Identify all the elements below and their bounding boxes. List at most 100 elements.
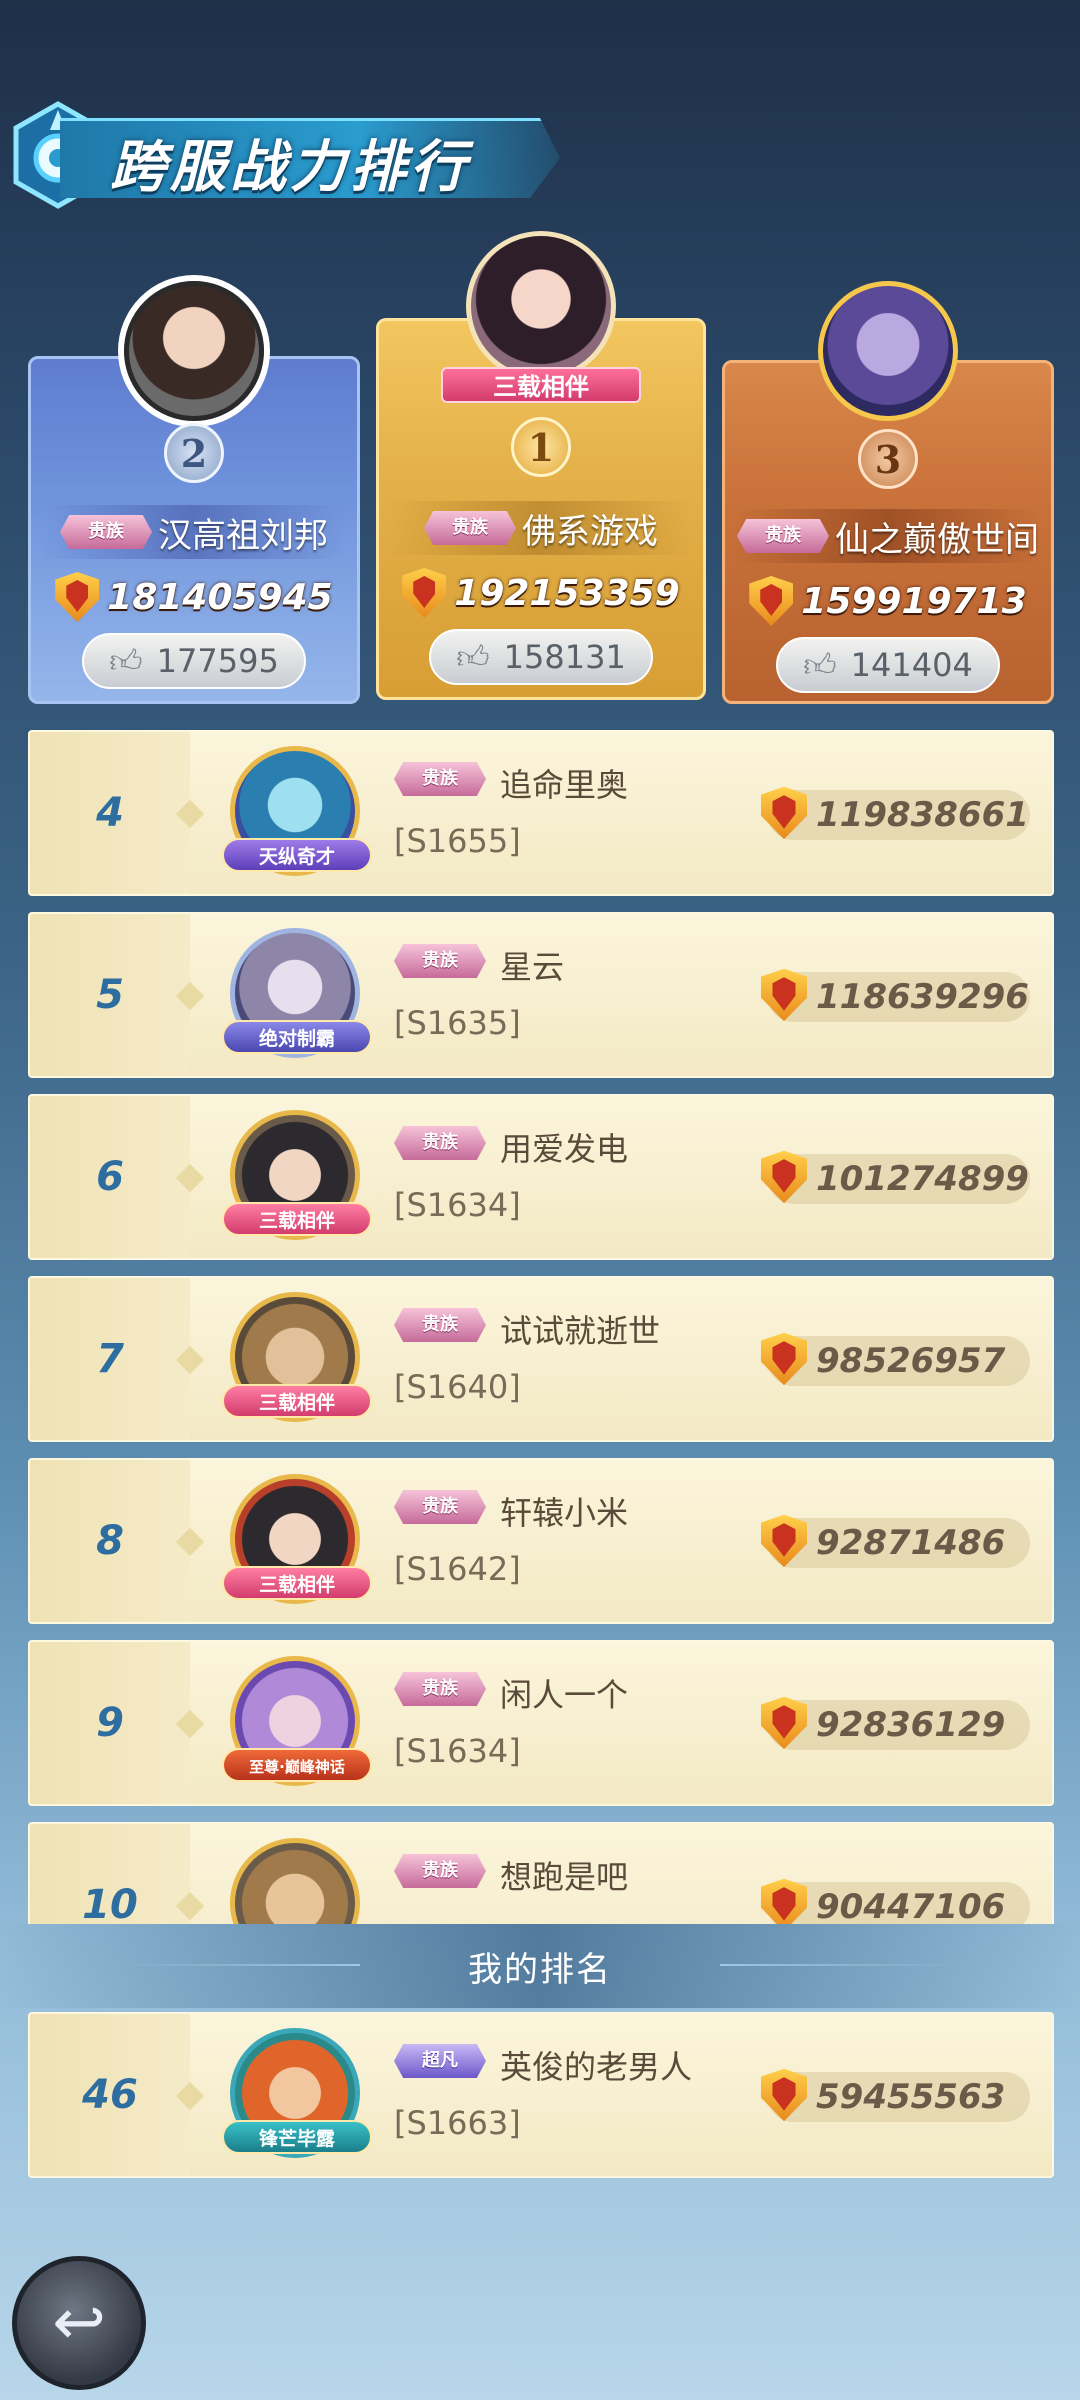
shield-icon	[760, 1150, 808, 1204]
rank-number: 10	[82, 1882, 138, 1924]
list-item[interactable]: 9 至尊·巅峰神话 贵族 闲人一个 [S1634] 92836129	[28, 1640, 1054, 1806]
divider	[720, 1964, 960, 1966]
power-row: 159919713	[725, 573, 1051, 629]
page-title: 跨服战力排行	[110, 135, 470, 200]
power-value: 59455563	[816, 2077, 1006, 2117]
list-item[interactable]: 4 天纵奇才 贵族 追命里奥 [S1655] 119838661	[28, 730, 1054, 896]
frame-tag: 三载相伴	[222, 1384, 372, 1418]
shield-icon	[55, 572, 100, 622]
divider	[120, 1964, 360, 1966]
power-row: 181405945	[31, 569, 357, 625]
shield-icon	[760, 1332, 808, 1386]
player-name: 仙之巅傲世间	[835, 519, 1039, 560]
rank-number: 46	[82, 2072, 138, 2118]
server-id: [S1634]	[394, 1186, 521, 1224]
player-name: 汉高祖刘邦	[158, 515, 328, 556]
frame-tag: 天纵奇才	[222, 838, 372, 872]
player-name: 英俊的老男人	[500, 2048, 693, 2086]
rank-medal-2: 2	[164, 423, 224, 483]
frame-tag: 至尊·巅峰神话	[222, 1748, 372, 1782]
power-pill: 92871486	[760, 1514, 1030, 1568]
rank-number: 8	[96, 1518, 124, 1564]
list-item[interactable]: 5 绝对制霸 贵族 星云 [S1635] 118639296	[28, 912, 1054, 1078]
shield-icon	[760, 1878, 808, 1924]
player-name: 用爱发电	[500, 1130, 629, 1168]
shield-icon	[402, 568, 447, 618]
power-pill: 90447106	[760, 1878, 1030, 1924]
thumbs-up-icon: 👍︎	[803, 645, 837, 684]
power-pill: 118639296	[760, 968, 1030, 1022]
shield-icon	[760, 786, 808, 840]
avatar[interactable]	[124, 281, 264, 421]
vip-badge-icon: 贵族	[394, 1854, 486, 1888]
power-value: 90447106	[816, 1887, 1006, 1924]
power-row: 192153359	[379, 565, 703, 621]
podium-card-2[interactable]: 2 贵族 汉高祖刘邦 181405945 👍︎ 177595	[28, 281, 360, 704]
rank-number: 7	[96, 1336, 124, 1382]
avatar[interactable]	[466, 231, 616, 381]
shield-icon	[760, 968, 808, 1022]
frame-tag: 三载相伴	[441, 367, 641, 403]
power-value: 119838661	[816, 795, 1029, 835]
list-item[interactable]: 7 三载相伴 贵族 试试就逝世 [S1640] 98526957	[28, 1276, 1054, 1442]
server-id: [S1634]	[394, 1732, 521, 1770]
podium-name-row: 贵族 佛系游戏	[389, 501, 693, 555]
server-id: [S1655]	[394, 822, 521, 860]
frame-tag: 绝对制霸	[222, 1020, 372, 1054]
likes-count: 177595	[156, 642, 279, 680]
power-value: 192153359	[454, 572, 680, 614]
power-pill: 92836129	[760, 1696, 1030, 1750]
server-id: [S1635]	[394, 1004, 521, 1042]
vip-badge-icon: 贵族	[424, 511, 516, 545]
thumbs-up-icon: 👍︎	[109, 641, 143, 680]
list-item[interactable]: 10 贵族 想跑是吧 90447106	[28, 1822, 1054, 1924]
player-name: 想跑是吧	[500, 1858, 629, 1896]
player-name: 佛系游戏	[522, 511, 658, 552]
like-button[interactable]: 👍︎ 141404	[776, 637, 1000, 693]
list-item[interactable]: 6 三载相伴 贵族 用爱发电 [S1634] 101274899	[28, 1094, 1054, 1260]
server-id: [S1640]	[394, 1368, 521, 1406]
likes-count: 158131	[503, 638, 626, 676]
server-id: [S1663]	[394, 2104, 521, 2142]
my-rank-header: 我的排名	[0, 1924, 1080, 2008]
power-value: 101274899	[816, 1159, 1029, 1199]
back-button[interactable]: ↩	[12, 2256, 146, 2390]
my-rank-row[interactable]: 46 锋芒毕露 超凡 英俊的老男人 [S1663] 59455563	[28, 2012, 1054, 2178]
podium-name-row: 贵族 仙之巅傲世间	[735, 509, 1041, 563]
podium-card-3[interactable]: 3 贵族 仙之巅傲世间 159919713 👍︎ 141404	[722, 281, 1054, 704]
power-value: 118639296	[816, 977, 1029, 1017]
vip-badge-icon: 贵族	[394, 1490, 486, 1524]
shield-icon	[760, 2068, 808, 2122]
thumbs-up-icon: 👍︎	[456, 637, 490, 676]
power-value: 92836129	[816, 1705, 1006, 1745]
power-value: 181405945	[107, 576, 333, 618]
rank-medal-3: 3	[858, 429, 918, 489]
vip-badge-icon: 超凡	[394, 2044, 486, 2078]
page-title-banner: 跨服战力排行	[0, 100, 580, 210]
power-value: 159919713	[801, 580, 1027, 622]
list-item[interactable]: 8 三载相伴 贵族 轩辕小米 [S1642] 92871486	[28, 1458, 1054, 1624]
power-pill: 59455563	[760, 2068, 1030, 2122]
ranking-list[interactable]: 4 天纵奇才 贵族 追命里奥 [S1655] 119838661 5 绝对制霸 …	[0, 730, 1080, 1924]
rank-number: 6	[96, 1154, 124, 1200]
shield-icon	[749, 576, 794, 626]
podium-name-row: 贵族 汉高祖刘邦	[41, 505, 347, 559]
like-button[interactable]: 👍︎ 158131	[429, 629, 653, 685]
podium-card-1[interactable]: 三载相伴 1 贵族 佛系游戏 192153359 👍︎ 158131	[376, 231, 706, 700]
avatar[interactable]	[818, 281, 958, 421]
likes-count: 141404	[850, 646, 973, 684]
vip-badge-icon: 贵族	[394, 1672, 486, 1706]
like-button[interactable]: 👍︎ 177595	[82, 633, 306, 689]
rank-number: 9	[96, 1700, 124, 1746]
vip-badge-icon: 贵族	[394, 1126, 486, 1160]
player-name: 试试就逝世	[500, 1312, 661, 1350]
frame-tag: 锋芒毕露	[222, 2120, 372, 2154]
rank-number: 5	[96, 972, 124, 1018]
power-pill: 98526957	[760, 1332, 1030, 1386]
player-name: 闲人一个	[500, 1676, 629, 1714]
player-name: 轩辕小米	[500, 1494, 629, 1532]
back-arrow-icon: ↩	[52, 2286, 106, 2360]
power-value: 98526957	[816, 1341, 1006, 1381]
shield-icon	[760, 1514, 808, 1568]
avatar[interactable]	[230, 1838, 360, 1924]
